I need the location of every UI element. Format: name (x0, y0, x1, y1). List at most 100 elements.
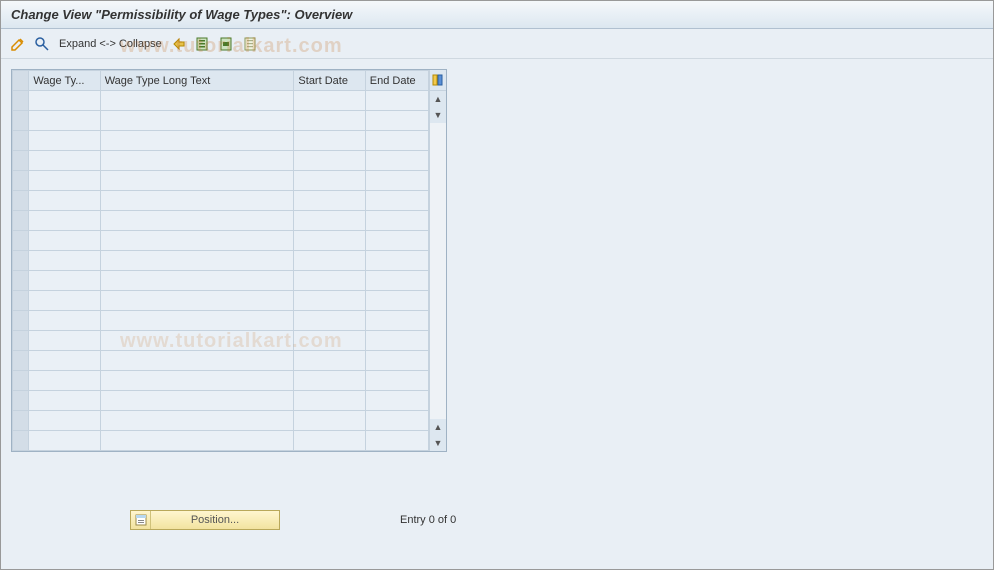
cell-long-text[interactable] (100, 411, 294, 431)
cell-end-date[interactable] (365, 171, 428, 191)
cell-long-text[interactable] (100, 111, 294, 131)
cell-wage-type[interactable] (29, 371, 100, 391)
cell-start-date[interactable] (294, 391, 365, 411)
scroll-up-icon[interactable]: ▲ (430, 419, 446, 435)
cell-start-date[interactable] (294, 351, 365, 371)
cell-end-date[interactable] (365, 391, 428, 411)
cell-long-text[interactable] (100, 211, 294, 231)
cell-start-date[interactable] (294, 191, 365, 211)
cell-start-date[interactable] (294, 231, 365, 251)
cell-end-date[interactable] (365, 231, 428, 251)
select-block-icon[interactable] (218, 35, 236, 53)
scroll-track[interactable] (430, 123, 446, 419)
column-long-text[interactable]: Wage Type Long Text (100, 71, 294, 91)
cell-long-text[interactable] (100, 191, 294, 211)
expand-collapse-button[interactable]: Expand <-> Collapse (57, 38, 164, 50)
cell-wage-type[interactable] (29, 191, 100, 211)
cell-long-text[interactable] (100, 171, 294, 191)
detail-icon[interactable] (33, 35, 51, 53)
row-selector[interactable] (13, 111, 29, 131)
cell-wage-type[interactable] (29, 391, 100, 411)
table-settings-icon[interactable] (430, 70, 446, 91)
cell-long-text[interactable] (100, 291, 294, 311)
cell-start-date[interactable] (294, 91, 365, 111)
select-all-icon[interactable] (194, 35, 212, 53)
row-selector[interactable] (13, 231, 29, 251)
table-row[interactable] (13, 371, 429, 391)
cell-wage-type[interactable] (29, 351, 100, 371)
column-start-date[interactable]: Start Date (294, 71, 365, 91)
cell-start-date[interactable] (294, 291, 365, 311)
cell-long-text[interactable] (100, 231, 294, 251)
cell-long-text[interactable] (100, 91, 294, 111)
row-selector[interactable] (13, 151, 29, 171)
cell-long-text[interactable] (100, 271, 294, 291)
cell-wage-type[interactable] (29, 431, 100, 451)
table-row[interactable] (13, 91, 429, 111)
row-selector[interactable] (13, 271, 29, 291)
table-row[interactable] (13, 251, 429, 271)
cell-start-date[interactable] (294, 271, 365, 291)
cell-end-date[interactable] (365, 91, 428, 111)
cell-end-date[interactable] (365, 311, 428, 331)
cell-wage-type[interactable] (29, 271, 100, 291)
cell-start-date[interactable] (294, 171, 365, 191)
vertical-scrollbar[interactable]: ▲ ▼ ▲ ▼ (429, 70, 446, 451)
cell-wage-type[interactable] (29, 111, 100, 131)
cell-start-date[interactable] (294, 331, 365, 351)
cell-end-date[interactable] (365, 211, 428, 231)
cell-start-date[interactable] (294, 151, 365, 171)
cell-start-date[interactable] (294, 371, 365, 391)
cell-end-date[interactable] (365, 371, 428, 391)
position-button[interactable]: Position... (130, 510, 280, 530)
cell-start-date[interactable] (294, 431, 365, 451)
column-wage-type[interactable]: Wage Ty... (29, 71, 100, 91)
scroll-up-icon[interactable]: ▲ (430, 91, 446, 107)
cell-end-date[interactable] (365, 291, 428, 311)
cell-wage-type[interactable] (29, 171, 100, 191)
cell-long-text[interactable] (100, 131, 294, 151)
scroll-down-icon[interactable]: ▼ (430, 107, 446, 123)
row-selector[interactable] (13, 331, 29, 351)
row-selector[interactable] (13, 251, 29, 271)
cell-start-date[interactable] (294, 211, 365, 231)
table-row[interactable] (13, 191, 429, 211)
row-selector[interactable] (13, 391, 29, 411)
cell-wage-type[interactable] (29, 131, 100, 151)
deselect-all-icon[interactable] (242, 35, 260, 53)
row-selector[interactable] (13, 431, 29, 451)
row-selector[interactable] (13, 131, 29, 151)
table-row[interactable] (13, 291, 429, 311)
table-row[interactable] (13, 311, 429, 331)
cell-wage-type[interactable] (29, 251, 100, 271)
cell-end-date[interactable] (365, 151, 428, 171)
cell-end-date[interactable] (365, 271, 428, 291)
table-row[interactable] (13, 111, 429, 131)
cell-end-date[interactable] (365, 131, 428, 151)
cell-wage-type[interactable] (29, 411, 100, 431)
cell-end-date[interactable] (365, 351, 428, 371)
cell-wage-type[interactable] (29, 151, 100, 171)
row-selector[interactable] (13, 411, 29, 431)
table-row[interactable] (13, 211, 429, 231)
row-selector[interactable] (13, 371, 29, 391)
row-selector[interactable] (13, 291, 29, 311)
row-selector[interactable] (13, 311, 29, 331)
cell-end-date[interactable] (365, 111, 428, 131)
cell-long-text[interactable] (100, 311, 294, 331)
table-row[interactable] (13, 331, 429, 351)
cell-wage-type[interactable] (29, 311, 100, 331)
cell-end-date[interactable] (365, 331, 428, 351)
row-selector[interactable] (13, 91, 29, 111)
cell-end-date[interactable] (365, 411, 428, 431)
cell-start-date[interactable] (294, 251, 365, 271)
cell-long-text[interactable] (100, 331, 294, 351)
row-selector[interactable] (13, 351, 29, 371)
cell-long-text[interactable] (100, 251, 294, 271)
cell-end-date[interactable] (365, 191, 428, 211)
cell-long-text[interactable] (100, 371, 294, 391)
cell-long-text[interactable] (100, 391, 294, 411)
table-row[interactable] (13, 351, 429, 371)
cell-wage-type[interactable] (29, 291, 100, 311)
cell-long-text[interactable] (100, 151, 294, 171)
